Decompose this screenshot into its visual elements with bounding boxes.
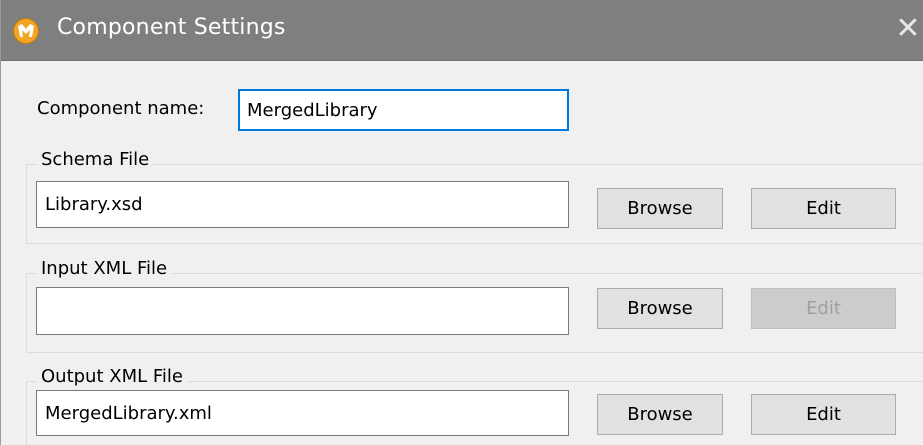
input-xml-file-input[interactable]	[36, 287, 569, 335]
component-name-input[interactable]	[238, 89, 569, 131]
input-xml-file-group-label: Input XML File	[37, 258, 172, 279]
input-edit-button: Edit	[751, 288, 896, 329]
schema-file-input[interactable]	[36, 181, 569, 228]
schema-browse-button[interactable]: Browse	[597, 188, 723, 229]
schema-edit-button[interactable]: Edit	[751, 188, 896, 229]
input-browse-button[interactable]: Browse	[597, 288, 723, 329]
close-icon[interactable]: ✕	[892, 8, 923, 50]
altova-mapforce-icon	[13, 18, 39, 44]
output-edit-button[interactable]: Edit	[751, 394, 896, 435]
component-name-label: Component name:	[37, 98, 205, 119]
output-xml-file-group-label: Output XML File	[37, 366, 187, 387]
output-xml-file-input[interactable]	[36, 390, 569, 436]
schema-file-group-label: Schema File	[37, 149, 154, 170]
component-settings-dialog: Component Settings ✕ Component name: Sch…	[0, 0, 923, 445]
window-title: Component Settings	[57, 15, 286, 40]
output-browse-button[interactable]: Browse	[597, 394, 723, 435]
title-bar[interactable]: Component Settings ✕	[1, 0, 923, 61]
